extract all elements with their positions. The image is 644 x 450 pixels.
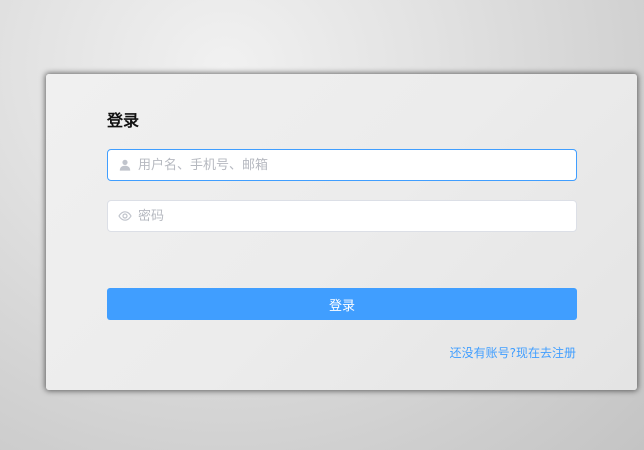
login-button[interactable]: 登录 [107,288,577,320]
password-field[interactable] [107,200,577,232]
user-icon [118,158,132,172]
login-card: 登录 登录 还没有账号?现在去注册 [46,74,637,390]
login-title: 登录 [107,111,140,130]
username-field[interactable] [107,149,577,181]
password-input[interactable] [138,202,576,230]
eye-icon[interactable] [118,209,132,223]
register-link[interactable]: 还没有账号?现在去注册 [450,345,576,361]
username-input[interactable] [138,151,576,179]
